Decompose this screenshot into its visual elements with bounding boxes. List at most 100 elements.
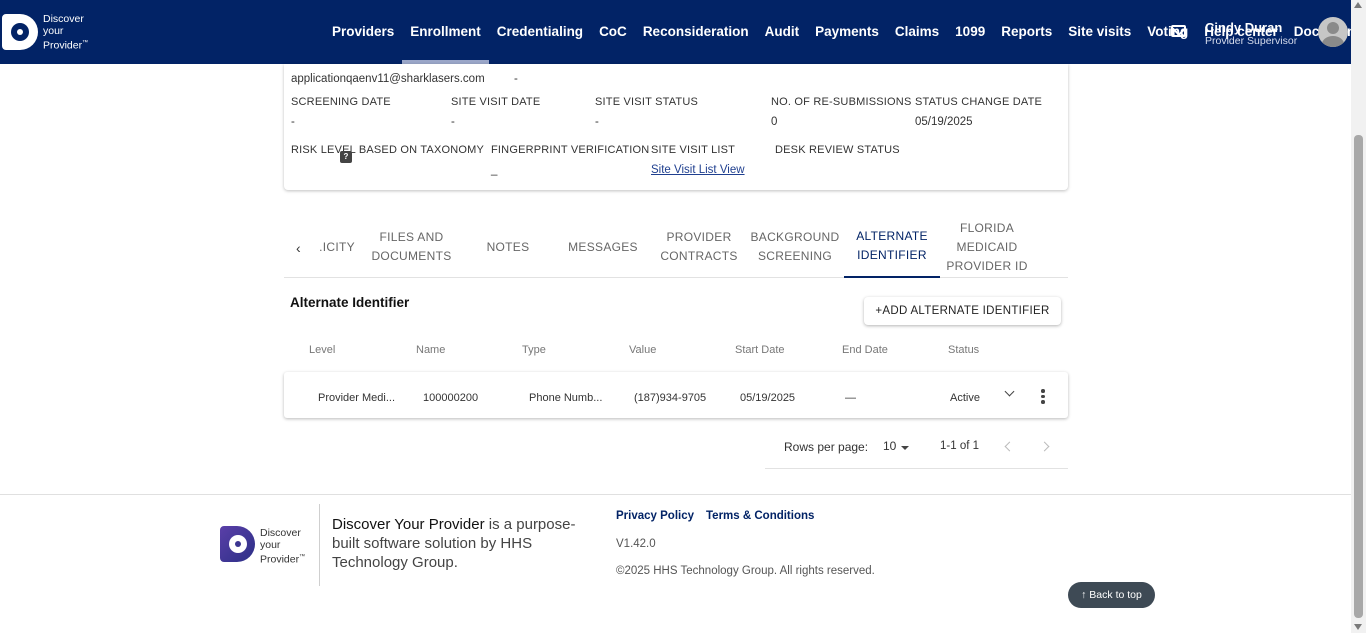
status-change-date-label: STATUS CHANGE DATE [915, 96, 1043, 108]
chevron-down-icon[interactable] [1004, 386, 1015, 397]
back-to-top-button[interactable]: ↑ Back to top [1068, 582, 1155, 608]
column-header-start-date[interactable]: Start Date [735, 344, 785, 356]
logo-icon [2, 14, 38, 51]
tab-label-line: PROVIDER [666, 230, 732, 244]
caret-down-icon[interactable] [901, 446, 909, 450]
nav-item-claims[interactable]: Claims [887, 0, 947, 64]
email-extra-value: - [514, 73, 518, 85]
privacy-policy-link[interactable]: Privacy Policy [616, 510, 694, 522]
pagination-range: 1-1 of 1 [940, 440, 979, 452]
tab-alternate-identifier[interactable]: ALTERNATE IDENTIFIER [844, 216, 940, 278]
top-navigation-bar: Discover your Provider™ Providers Enrollm… [0, 0, 1366, 64]
tab-label-line: FLORIDA [959, 220, 1015, 235]
page-scrollbar[interactable] [1351, 0, 1366, 633]
user-name[interactable]: Cindy Duran [1205, 20, 1282, 35]
tab-label-line: IDENTIFIER [857, 248, 927, 262]
user-role: Provider Supervisor [1205, 35, 1298, 47]
column-header-type[interactable]: Type [522, 344, 546, 356]
tab-background-screening[interactable]: BACKGROUND SCREENING [746, 216, 844, 278]
scroll-down-icon[interactable] [1354, 624, 1362, 630]
tab-florida-medicaid[interactable]: FLORIDA MEDICAID PROVIDER ID [940, 216, 1034, 278]
cell-end-date: — [845, 392, 856, 404]
help-icon[interactable]: ? [340, 151, 352, 163]
cell-status: Active [950, 392, 980, 404]
nav-item-1099[interactable]: 1099 [947, 0, 993, 64]
tab-label-line: DOCUMENTS [371, 249, 452, 263]
tab-label: NOTES [487, 238, 530, 257]
nav-item-reports[interactable]: Reports [993, 0, 1060, 64]
tab-label-line: ALTERNATE [856, 229, 928, 243]
nav-item-reconsideration[interactable]: Reconsideration [635, 0, 757, 64]
resubmissions-value: 0 [771, 116, 778, 128]
column-header-end-date[interactable]: End Date [842, 344, 888, 356]
footer-tagline: Discover Your Provider is a purpose-buil… [332, 515, 602, 572]
avatar[interactable] [1318, 17, 1348, 47]
tab-messages[interactable]: MESSAGES [558, 216, 648, 278]
tab-provider-contracts[interactable]: PROVIDER CONTRACTS [656, 216, 742, 278]
app-version: V1.42.0 [616, 538, 656, 550]
terms-link[interactable]: Terms & Conditions [706, 510, 814, 522]
resubmissions-label: NO. OF RE-SUBMISSIONS [771, 96, 912, 108]
table-row[interactable]: Provider Medi... 100000200 Phone Numb...… [284, 372, 1068, 418]
nav-item-credentialing[interactable]: Credentialing [489, 0, 591, 64]
rows-per-page-select[interactable]: 10 [883, 439, 896, 453]
app-logo[interactable]: Discover your Provider™ [2, 13, 88, 52]
tab-label: PROVIDER CONTRACTS [660, 228, 737, 266]
footer-logo-text: Discover your Provider™ [260, 527, 305, 566]
nav-item-audit[interactable]: Audit [757, 0, 808, 64]
more-vertical-icon[interactable] [1041, 389, 1045, 404]
column-header-level[interactable]: Level [309, 344, 335, 356]
tab-label: BACKGROUND SCREENING [750, 228, 839, 266]
site-visit-date-label: SITE VISIT DATE [451, 96, 541, 108]
nav-item-payments[interactable]: Payments [807, 0, 887, 64]
cell-start-date: 05/19/2025 [740, 392, 796, 404]
tab-label: .ICITY [319, 238, 355, 257]
chevron-right-icon[interactable] [1039, 441, 1050, 452]
enrollment-tabs: ‹ .ICITY FILES AND DOCUMENTS NOTES MESSAGES P… [284, 216, 1068, 278]
tab-label-line: .ICITY [319, 239, 355, 254]
logo-text: Discover your Provider™ [43, 13, 88, 52]
logo-line: Provider [260, 553, 300, 566]
tab-label-line: MEDICAID [956, 239, 1018, 254]
tab-label-line: PROVIDER ID [946, 258, 1028, 273]
tab-label: FLORIDA MEDICAID PROVIDER ID [946, 219, 1027, 276]
mail-icon[interactable] [1171, 25, 1186, 37]
column-header-value[interactable]: Value [629, 344, 656, 356]
add-alternate-identifier-button[interactable]: +ADD ALTERNATE IDENTIFIER [864, 297, 1061, 325]
site-visit-list-link[interactable]: Site Visit List View [651, 164, 745, 176]
logo-line: your [260, 539, 281, 551]
tab-label-line: FILES AND [379, 230, 444, 244]
screening-date-label: SCREENING DATE [291, 96, 391, 108]
tab-label-line: NOTES [486, 239, 530, 254]
copyright: ©2025 HHS Technology Group. All rights r… [616, 565, 875, 577]
tab-label: FILES AND DOCUMENTS [371, 228, 451, 266]
site-visit-status-label: SITE VISIT STATUS [595, 96, 699, 108]
tab-label: MESSAGES [568, 238, 638, 257]
column-header-status[interactable]: Status [948, 344, 979, 356]
email-value: applicationqaenv11@sharklasers.com [291, 73, 485, 85]
nav-item-coc[interactable]: CoC [591, 0, 635, 64]
tab-icity[interactable]: .ICITY [315, 216, 359, 278]
site-visit-list-label: SITE VISIT LIST [651, 144, 736, 156]
screening-date-value: - [291, 116, 295, 128]
logo-line: Discover [260, 527, 301, 539]
column-header-name[interactable]: Name [416, 344, 445, 356]
section-title: Alternate Identifier [290, 295, 410, 310]
cell-level: Provider Medi... [318, 392, 396, 404]
scroll-thumb[interactable] [1354, 135, 1363, 618]
chevron-left-icon[interactable] [1004, 441, 1015, 452]
tab-label: ALTERNATE IDENTIFIER [856, 227, 928, 265]
chevron-left-icon[interactable]: ‹ [296, 240, 301, 256]
nav-item-enrollment[interactable]: Enrollment [402, 0, 489, 64]
status-change-date-value: 05/19/2025 [915, 116, 973, 128]
scroll-up-icon[interactable] [1354, 2, 1362, 8]
cell-value: (187)934-9705 [634, 392, 707, 404]
footer-brand: Discover Your Provider [332, 516, 485, 533]
footer-links: Privacy Policy Terms & Conditions [616, 510, 826, 522]
nav-item-site-visits[interactable]: Site visits [1060, 0, 1139, 64]
nav-item-providers[interactable]: Providers [324, 0, 402, 64]
nav-item-voting[interactable]: Voting [1139, 0, 1196, 64]
tab-files-and-documents[interactable]: FILES AND DOCUMENTS [366, 216, 457, 278]
tab-notes[interactable]: NOTES [476, 216, 540, 278]
risk-level-label: RISK LEVEL BASED ON TAXONOMY [291, 144, 485, 156]
